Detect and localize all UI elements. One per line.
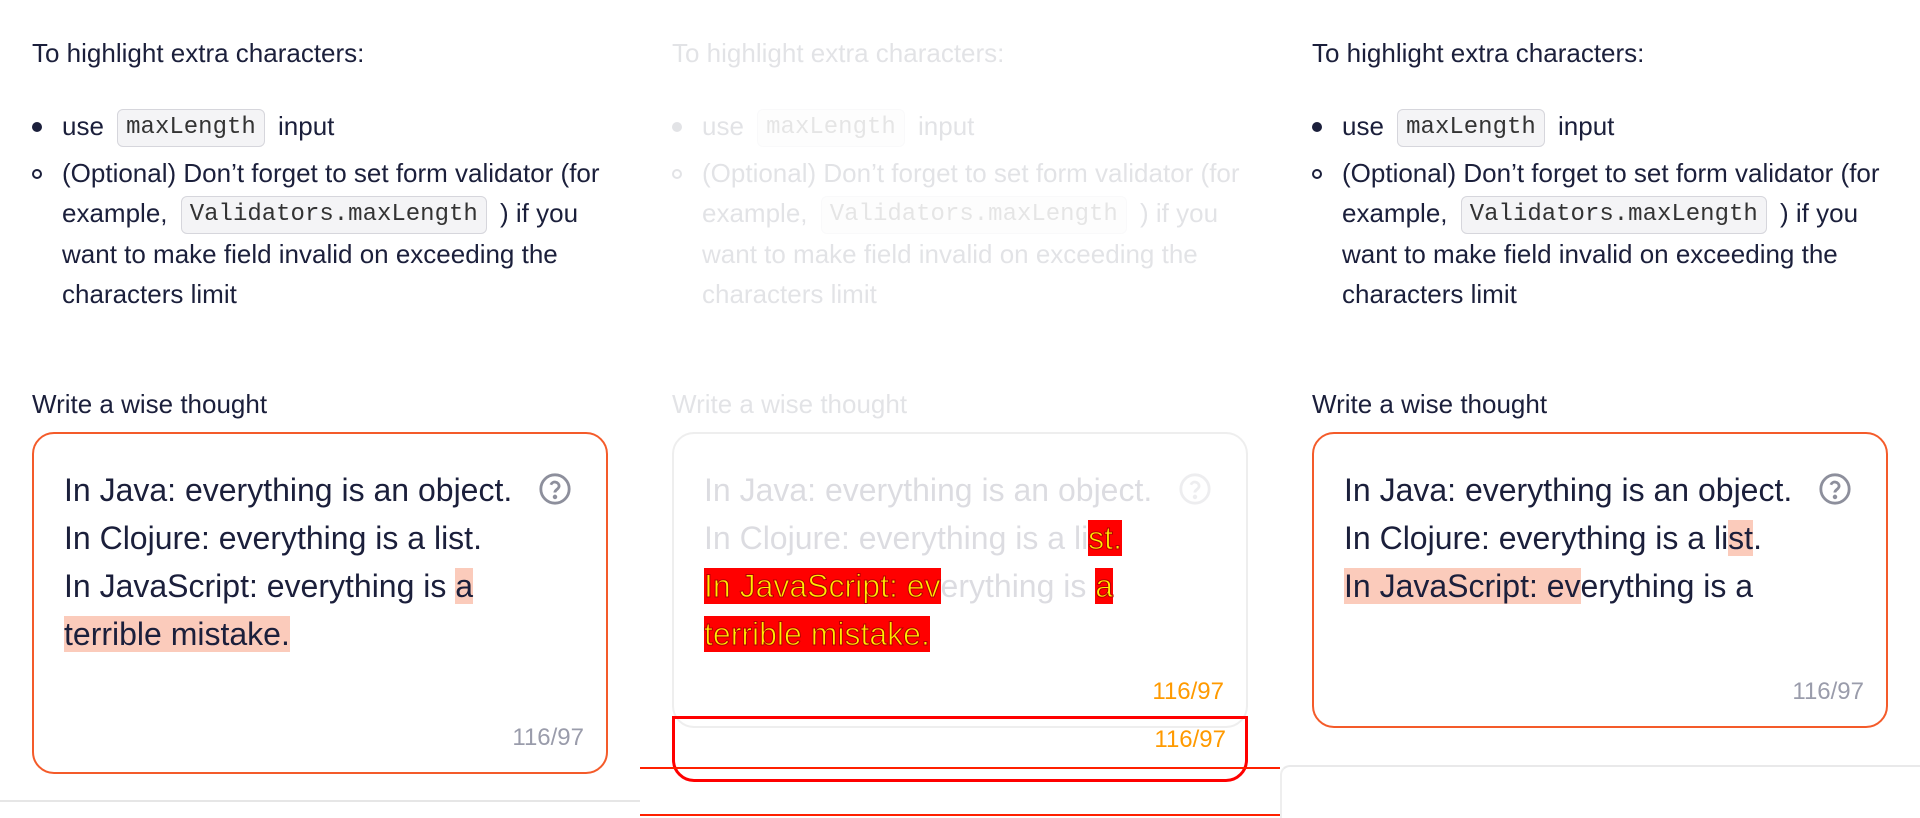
list-item: (Optional) Don’t forget to set form vali… xyxy=(32,153,612,314)
overflow-highlight: a xyxy=(455,568,474,604)
textarea-value[interactable]: In Java: everything is an object. In Clo… xyxy=(704,466,1174,658)
field-label: Write a wise thought xyxy=(32,389,268,419)
code-maxlength: maxLength xyxy=(1397,109,1545,148)
question-circle-icon[interactable] xyxy=(538,472,572,506)
diff-highlight: In JavaScript: ev xyxy=(704,568,942,605)
field-label: Write a wise thought xyxy=(672,389,908,419)
overflow-highlight: terrible mistake. xyxy=(64,616,290,652)
diff-highlight: terrible mistake. xyxy=(704,616,931,653)
panel-border xyxy=(1280,765,1920,818)
character-counter: 116/97 xyxy=(1152,678,1224,705)
panel-border xyxy=(0,800,640,818)
example-panel-right: To highlight extra characters: use maxLe… xyxy=(1280,0,1920,818)
wise-thought-textarea[interactable]: In Java: everything is an object. In Clo… xyxy=(1312,432,1888,728)
list-item: (Optional) Don’t forget to set form vali… xyxy=(672,153,1252,314)
code-validators-maxlength: Validators.maxLength xyxy=(1460,196,1767,235)
textarea-value[interactable]: In Java: everything is an object. In Clo… xyxy=(1344,466,1814,610)
list-item: use maxLength input xyxy=(672,106,1252,148)
character-counter: 116/97 xyxy=(1792,678,1864,705)
diff-line xyxy=(640,814,1280,816)
description: To highlight extra characters: use maxLe… xyxy=(672,36,1272,314)
field-label: Write a wise thought xyxy=(1312,389,1548,419)
wise-thought-textarea[interactable]: In Java: everything is an object. In Clo… xyxy=(32,432,608,774)
instruction-list: use maxLength input (Optional) Don’t for… xyxy=(1312,106,1912,314)
example-panel-middle: To highlight extra characters: use maxLe… xyxy=(640,0,1280,818)
code-maxlength: maxLength xyxy=(757,109,905,148)
character-counter: 116/97 xyxy=(512,724,584,751)
description: To highlight extra characters: use maxLe… xyxy=(32,36,632,314)
bullet-dot-icon xyxy=(1312,122,1322,132)
code-validators-maxlength: Validators.maxLength xyxy=(820,196,1127,235)
bullet-circle-icon xyxy=(672,169,682,180)
bullet-circle-icon xyxy=(32,169,42,180)
question-circle-icon[interactable] xyxy=(1818,472,1852,506)
code-validators-maxlength: Validators.maxLength xyxy=(180,196,487,235)
intro-text: To highlight extra characters: xyxy=(672,38,1005,68)
diff-highlight: a xyxy=(1095,568,1114,605)
intro-text: To highlight extra characters: xyxy=(1312,38,1645,68)
instruction-list: use maxLength input (Optional) Don’t for… xyxy=(32,106,632,314)
overflow-highlight: st xyxy=(1728,520,1754,556)
code-maxlength: maxLength xyxy=(117,109,265,148)
instruction-list: use maxLength input (Optional) Don’t for… xyxy=(672,106,1272,314)
diff-ghost-counter: 116/97 xyxy=(1154,726,1226,753)
wise-thought-textarea[interactable]: In Java: everything is an object. In Clo… xyxy=(672,432,1248,728)
description: To highlight extra characters: use maxLe… xyxy=(1312,36,1912,314)
bullet-circle-icon xyxy=(1312,169,1322,180)
bullet-dot-icon xyxy=(32,122,42,132)
diff-highlight: st. xyxy=(1088,520,1123,557)
example-panel-left: To highlight extra characters: use maxLe… xyxy=(0,0,640,818)
diff-line xyxy=(640,767,1280,769)
list-item: use maxLength input xyxy=(32,106,612,148)
list-item: (Optional) Don’t forget to set form vali… xyxy=(1312,153,1892,314)
intro-text: To highlight extra characters: xyxy=(32,38,365,68)
bullet-dot-icon xyxy=(672,122,682,132)
question-circle-icon[interactable] xyxy=(1178,472,1212,506)
list-item: use maxLength input xyxy=(1312,106,1892,148)
textarea-value[interactable]: In Java: everything is an object. In Clo… xyxy=(64,466,534,658)
overflow-highlight: In JavaScript: ev xyxy=(1344,568,1581,604)
